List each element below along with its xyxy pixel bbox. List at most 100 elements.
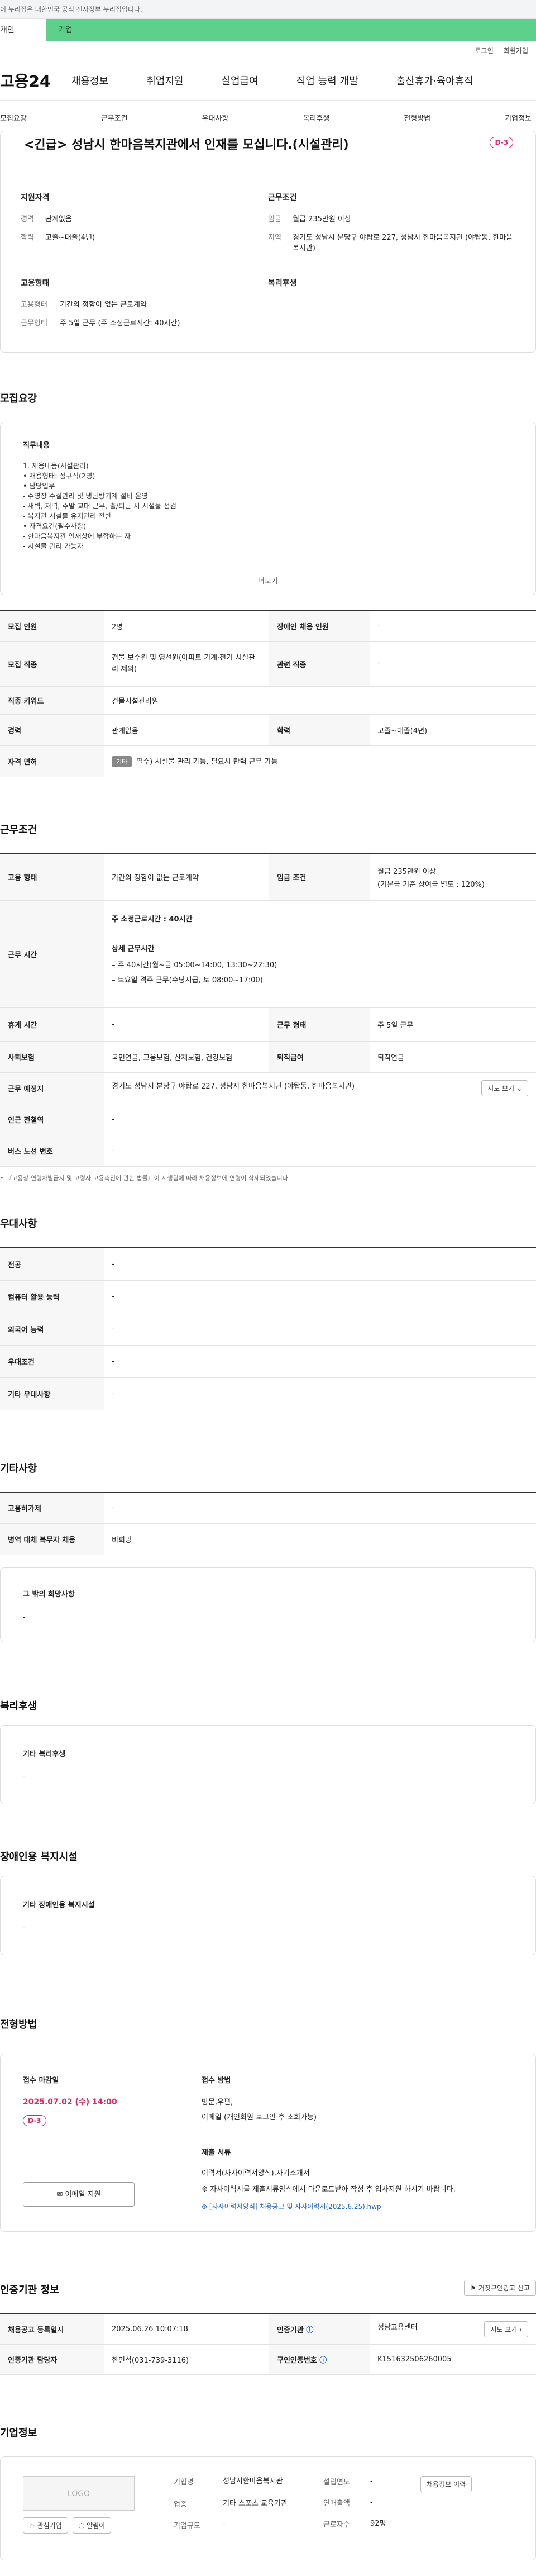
rest-label: 휴게 시간 [0,1007,104,1042]
login-link[interactable]: 로그인 [475,41,494,60]
info-icon[interactable]: ⓘ [319,2356,327,2365]
recruit-table: 모집 인원 2명 장애인 채용 인원 - 모집 직종 건물 보수원 및 영선원(… [0,610,536,777]
nav-job-training[interactable]: 직업 능력 개발 [296,73,358,88]
pref-label: 기타 우대사항 [0,1377,104,1410]
table-row: 버스 노선 번호 - [0,1135,536,1167]
job-description-box: 직무내용 1. 채용내용(시설관리) • 채용형태: 정규직(2명) • 담당업… [0,422,536,595]
company-size-value: - [223,2520,226,2529]
recruit-title: 모집요강 [0,393,37,405]
company-name-value: 성남시한마음복지관 [223,2477,283,2485]
table-row: 전공 - [0,1248,536,1281]
sales-label: 연매출액 [323,2499,350,2508]
duty-line: - 한마음복지관 인재상에 부합하는 자 [23,532,131,540]
table-row: 인증기관 담당자 한민석(031-739-3116) 구인인증번호 ⓘ K151… [0,2344,536,2375]
detail-hours-heading: 상세 근무시간 [112,945,155,953]
duty-line: • 자격요건(필수사항) [23,522,87,530]
subnav-selection[interactable]: 전형방법 [404,112,430,123]
nav-unemployment-benefit[interactable]: 실업급여 [222,73,259,88]
place-value: 경기도 성남시 분당구 야탑로 227, 성남시 한마음복지관 (야탑동, 한마… [112,1082,355,1091]
keyword-label: 직종 키워드 [0,686,104,715]
resume-file-link[interactable]: ⊕ [자사이력서양식] 채용공고 및 자사이력서(2025.6.25).hwp [202,2202,513,2211]
type-value: 기간의 정함이 없는 근로계약 [60,301,147,309]
dday-badge: D-3 [490,137,513,148]
pref-value: - [104,1248,536,1281]
email-apply-button[interactable]: ✉ 이메일 지원 [23,2182,135,2207]
etc-value: 비희망 [104,1523,536,1555]
table-row: 사회보험 국민연금, 고용보험, 산재보험, 건강보험 퇴직급여 퇴직연금 [0,1041,536,1073]
welfare-box: 기타 복리후생 - [0,1725,536,1804]
detail-hours-line: – 주 40시간(월~금 05:00~14:00, 13:30~22:30) [112,961,277,969]
wage-cond-cell: 월급 235만원 이상 (기본급 기준 상여금 별도 : 120%) [370,853,536,901]
deadline-value: 2025.07.02 (수) 14:00 [23,2098,117,2107]
info-icon[interactable]: ⓘ [306,2326,313,2335]
dday-badge: D-3 [23,2115,46,2126]
welfare-heading: 복리후생 [268,279,297,288]
form-value: 주 5일 근무 [370,1007,536,1042]
table-row: 외국어 능력 - [0,1313,536,1346]
table-row: 자격 면허 기타 필수) 시설물 관리 가능, 필요시 탄력 근무 가능 [0,745,536,777]
table-row: 고용허가제 - [0,1492,536,1524]
site-logo[interactable]: 고용24 [0,69,61,92]
work-type-value: 기간의 정함이 없는 근로계약 [104,853,269,901]
severance-label: 퇴직급여 [269,1041,370,1073]
mail-icon: ✉ [56,2190,63,2199]
tab-personal[interactable]: 개인 [0,19,46,41]
place-label: 근무 예정지 [0,1072,104,1104]
report-false-ad-label: 거짓구인광고 신고 [478,2284,530,2292]
nav-parental-leave[interactable]: 출산휴가·육아휴직 [396,73,473,88]
job-history-button[interactable]: 채용정보 이력 [420,2475,472,2492]
insurance-label: 사회보험 [0,1041,104,1073]
favorite-company-button[interactable]: ☆ 관심기업 [23,2517,68,2534]
pref-label: 외국어 능력 [0,1313,104,1346]
edu-value: 고졸~대졸(4년) [45,234,95,242]
duty-line: - 수영장 수질관리 및 냉난방기계 설비 운영 [23,492,148,500]
hours-value: 주 5일 근무 (주 소정근로시간: 40시간) [60,319,180,327]
duty-line: 1. 채용내용(시설관리) [23,462,89,470]
disabled-box-value: - [23,1924,26,1932]
report-false-ad-button[interactable]: ⚑ 거짓구인광고 신고 [464,2280,536,2296]
license-tag: 기타 [112,755,132,767]
table-row: 근무 시간 주 소정근로시간 : 40시간 상세 근무시간 – 주 40시간(월… [0,900,536,1008]
subnav-company[interactable]: 기업정보 [505,112,532,123]
company-logo: LOGO [23,2475,135,2511]
map-button-label: 지도 보기 [487,1085,515,1092]
keyword-value: 건물시설관리원 [104,686,536,715]
subnav-recruit[interactable]: 모집요강 [0,112,27,123]
employees-label: 근로자수 [323,2520,350,2529]
selection-title: 전형방법 [0,2019,37,2031]
cert-map-button[interactable]: 지도 보기 › [484,2321,528,2337]
company-title: 기업정보 [0,2427,37,2439]
disabled-count-label: 장애인 채용 인원 [269,610,370,642]
job-category-label: 모집 직종 [0,641,104,687]
area-value: 경기도 성남시 분당구 야탑로 227, 성남시 한마음복지관 (야탑동, 한마… [293,234,513,253]
table-row: 채용공고 등록일시 2025.06.26 10:07:18 인증기관 ⓘ 성남고… [0,2314,536,2345]
nav-employment-support[interactable]: 취업지원 [146,73,183,88]
company-box: LOGO ☆ 관심기업 ◌ 알림이 기업명 성남시한마음복지관 업종 기타 스포츠 … [0,2456,536,2560]
cert-no-value: K151632506260005 [370,2344,536,2375]
subnav-work[interactable]: 근무조건 [101,112,128,123]
subnav-welfare[interactable]: 복리후생 [303,112,329,123]
cert-org-label: 인증기관 [277,2326,304,2335]
star-icon: ☆ [29,2521,35,2530]
bell-icon: ◌ [78,2521,85,2530]
duty-line: - 시설물 관리 가능자 [23,542,84,550]
table-row: 기타 우대사항 - [0,1377,536,1410]
subnav-pref[interactable]: 우대사항 [202,112,229,123]
signup-link[interactable]: 회원가입 [504,41,528,60]
conditions-heading: 근무조건 [268,193,297,202]
favorite-company-label: 관심기업 [37,2521,62,2530]
docs-note: ※ 자사이력서를 제출서류양식에서 다운로드받아 작성 후 입사지원 하시기 바… [202,2185,456,2194]
other-wish-heading: 그 밖의 희망사항 [23,1590,75,1599]
company-name-label: 기업명 [174,2478,194,2487]
station-label: 인근 전철역 [0,1104,104,1135]
qualification-heading: 지원자격 [21,193,50,202]
cert-map-label: 지도 보기 [490,2325,518,2333]
pref-title: 우대사항 [0,1218,37,1230]
pref-value: - [104,1280,536,1313]
more-button[interactable]: 더보기 [1,568,535,595]
nav-jobs[interactable]: 채용정보 [71,73,108,88]
tab-company[interactable]: 기업 [46,19,536,41]
edu-row-value: 고졸~대졸(4년) [370,714,536,746]
alarm-button[interactable]: ◌ 알림이 [72,2517,112,2534]
map-button[interactable]: 지도 보기 ⌄ [481,1080,528,1096]
